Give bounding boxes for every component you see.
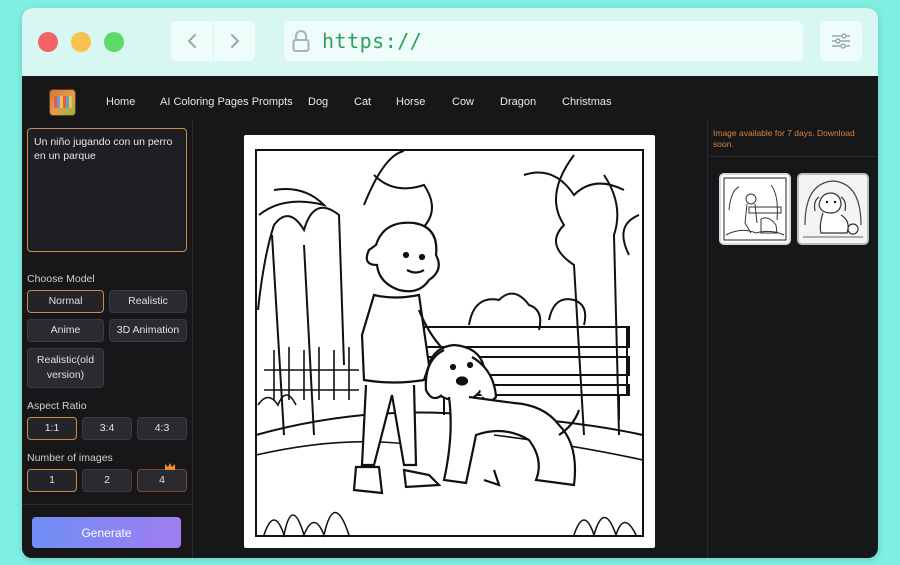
aspect-3-4-button[interactable]: 3:4 xyxy=(82,417,132,440)
nav-link-christmas[interactable]: Christmas xyxy=(562,96,612,108)
nav-link-cow[interactable]: Cow xyxy=(452,96,500,108)
images-2-button[interactable]: 2 xyxy=(82,469,132,492)
divider xyxy=(22,504,193,505)
nav-link-home[interactable]: Home xyxy=(106,96,160,108)
maximize-window-button[interactable] xyxy=(104,32,124,52)
expiry-notice: Image available for 7 days. Download soo… xyxy=(713,128,855,149)
crown-icon xyxy=(165,463,175,470)
generated-image[interactable] xyxy=(244,135,655,548)
images-count-label: Number of images xyxy=(27,452,113,464)
back-button[interactable] xyxy=(171,21,213,61)
nav-link-cat[interactable]: Cat xyxy=(354,96,396,108)
model-realistic-button[interactable]: Realistic xyxy=(109,290,187,313)
lock-icon xyxy=(292,30,310,52)
aspect-label: Aspect Ratio xyxy=(27,400,87,412)
nav-link-prompts[interactable]: AI Coloring Pages Prompts xyxy=(160,96,308,108)
divider xyxy=(708,156,878,157)
sliders-icon xyxy=(832,33,850,49)
back-chevron-icon xyxy=(187,34,196,48)
coloring-page-illustration xyxy=(255,149,644,539)
close-window-button[interactable] xyxy=(38,32,58,52)
nav-link-dog[interactable]: Dog xyxy=(308,96,354,108)
controls-panel: Un niño jugando con un perro en un parqu… xyxy=(22,120,193,558)
settings-button[interactable] xyxy=(820,21,862,61)
address-bar[interactable]: https:// xyxy=(284,21,803,61)
thumbnail-child-dog-illustration xyxy=(723,177,787,241)
model-normal-button[interactable]: Normal xyxy=(27,290,104,313)
browser-window: https:// Home AI Coloring Pages Prompts … xyxy=(22,8,878,558)
history-thumbnail[interactable] xyxy=(719,173,791,245)
minimize-window-button[interactable] xyxy=(71,32,91,52)
nav-link-dragon[interactable]: Dragon xyxy=(500,96,562,108)
images-4-button[interactable]: 4 xyxy=(137,469,187,492)
history-panel: Image available for 7 days. Download soo… xyxy=(707,120,878,558)
nav-link-horse[interactable]: Horse xyxy=(396,96,452,108)
aspect-4-3-button[interactable]: 4:3 xyxy=(137,417,187,440)
aspect-1-1-button[interactable]: 1:1 xyxy=(27,417,77,440)
prompt-input[interactable]: Un niño jugando con un perro en un parqu… xyxy=(27,128,187,252)
images-1-button[interactable]: 1 xyxy=(27,469,77,492)
thumbnail-puppy-illustration xyxy=(799,175,867,243)
model-3d-animation-button[interactable]: 3D Animation xyxy=(109,319,187,342)
browser-toolbar: https:// xyxy=(22,8,878,76)
forward-chevron-icon xyxy=(230,34,239,48)
model-realistic-old-button[interactable]: Realistic(old version) xyxy=(27,348,104,388)
generate-button[interactable]: Generate xyxy=(32,517,181,548)
forward-button[interactable] xyxy=(213,21,255,61)
model-label: Choose Model xyxy=(27,273,95,285)
model-anime-button[interactable]: Anime xyxy=(27,319,104,342)
history-thumbnail[interactable] xyxy=(797,173,869,245)
site-logo[interactable] xyxy=(49,89,76,116)
url-text: https:// xyxy=(322,29,423,53)
